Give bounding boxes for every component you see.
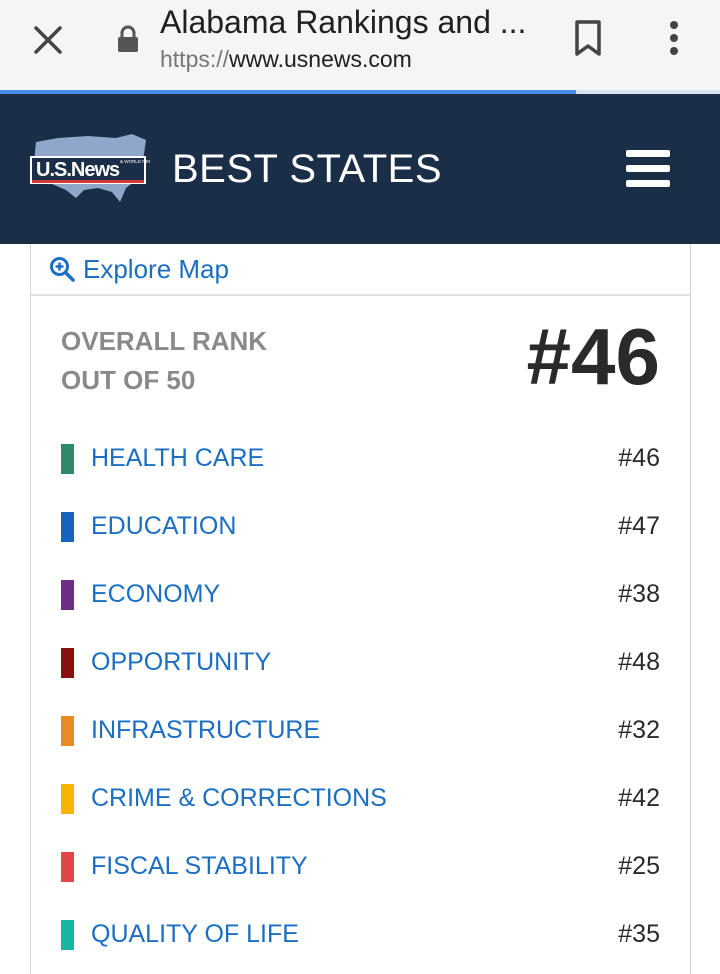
category-rank: #48	[618, 648, 660, 676]
bookmark-button[interactable]	[568, 16, 608, 60]
category-row[interactable]: FISCAL STABILITY #25	[31, 834, 690, 902]
usnews-logo[interactable]: U.S.News & WORLD REPORT	[28, 132, 150, 204]
category-color-swatch	[61, 920, 74, 950]
overflow-menu-button[interactable]	[654, 16, 694, 60]
hamburger-bar	[626, 180, 670, 187]
close-icon	[34, 26, 62, 54]
zoom-in-icon	[50, 257, 75, 282]
explore-map-link[interactable]: Explore Map	[49, 244, 229, 294]
category-row[interactable]: CRIME & CORRECTIONS #42	[31, 766, 690, 834]
category-rank-list: HEALTH CARE #46 EDUCATION #47 ECONOMY #38 OPPO…	[31, 426, 690, 970]
category-rank: #47	[618, 512, 660, 540]
category-row[interactable]: EDUCATION #47	[31, 494, 690, 562]
overall-rank-value: #46	[526, 312, 660, 401]
hamburger-bar	[626, 165, 670, 172]
url-bar[interactable]: https://www.usnews.com	[160, 46, 412, 73]
category-name-link[interactable]: EDUCATION	[91, 512, 236, 541]
category-color-swatch	[61, 852, 74, 882]
category-color-swatch	[61, 716, 74, 746]
overall-rank-label: OVERALL RANK OUT OF 50	[61, 322, 267, 400]
category-rank: #25	[618, 852, 660, 880]
more-vert-icon	[670, 21, 678, 55]
category-color-swatch	[61, 580, 74, 610]
category-color-swatch	[61, 512, 74, 542]
site-header: U.S.News & WORLD REPORT BEST STATES	[0, 94, 720, 244]
divider	[31, 294, 690, 296]
close-tab-button[interactable]	[26, 20, 70, 60]
category-name-link[interactable]: QUALITY OF LIFE	[91, 920, 299, 949]
bookmark-icon	[575, 20, 601, 56]
category-name-link[interactable]: FISCAL STABILITY	[91, 852, 308, 881]
section-title[interactable]: BEST STATES	[172, 147, 442, 192]
overall-rank-label-line1: OVERALL RANK	[61, 326, 268, 356]
category-name-link[interactable]: CRIME & CORRECTIONS	[91, 784, 387, 813]
category-color-swatch	[61, 648, 74, 678]
hamburger-menu-icon[interactable]	[620, 146, 676, 192]
category-row[interactable]: HEALTH CARE #46	[31, 426, 690, 494]
category-name-link[interactable]: INFRASTRUCTURE	[91, 716, 320, 745]
svg-text:U.S.News: U.S.News	[36, 159, 120, 181]
category-color-swatch	[61, 444, 74, 474]
category-rank: #35	[618, 920, 660, 948]
category-rank: #38	[618, 580, 660, 608]
category-rank: #32	[618, 716, 660, 744]
url-host: www.usnews.com	[229, 46, 412, 72]
category-row[interactable]: QUALITY OF LIFE #35	[31, 902, 690, 970]
hamburger-bar	[626, 150, 670, 157]
lock-icon	[118, 25, 138, 52]
category-color-swatch	[61, 784, 74, 814]
category-row[interactable]: ECONOMY #38	[31, 562, 690, 630]
svg-text:& WORLD REPORT: & WORLD REPORT	[120, 159, 150, 164]
category-row[interactable]: INFRASTRUCTURE #32	[31, 698, 690, 766]
url-scheme: https://	[160, 46, 230, 72]
category-name-link[interactable]: OPPORTUNITY	[91, 648, 271, 677]
page-title: Alabama Rankings and ...	[160, 4, 527, 40]
category-name-link[interactable]: ECONOMY	[91, 580, 220, 609]
category-rank: #46	[618, 444, 660, 472]
category-name-link[interactable]: HEALTH CARE	[91, 444, 264, 473]
category-row[interactable]: OPPORTUNITY #48	[31, 630, 690, 698]
overall-rank-label-line2: OUT OF 50	[61, 365, 196, 395]
explore-map-label: Explore Map	[83, 253, 229, 284]
browser-toolbar: Alabama Rankings and ... https://www.usn…	[0, 0, 720, 90]
category-rank: #42	[618, 784, 660, 812]
rankings-card: Explore Map OVERALL RANK OUT OF 50 #46 H…	[30, 244, 691, 974]
